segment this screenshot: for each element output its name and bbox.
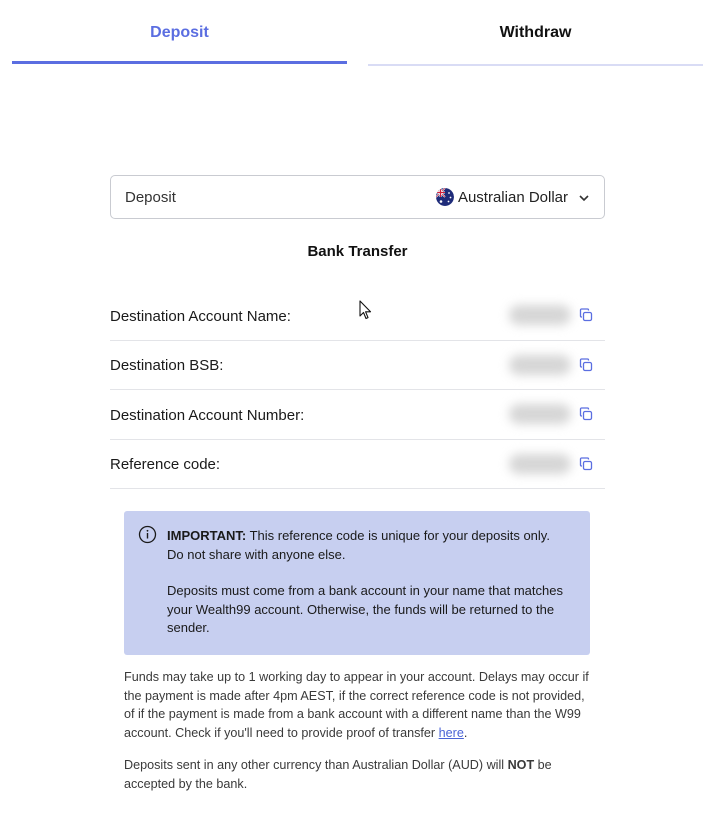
- redacted-value: [509, 305, 571, 326]
- info-icon: [138, 525, 157, 544]
- detail-label: Destination Account Number:: [110, 406, 305, 424]
- currency-select-value: Australian Dollar: [457, 188, 568, 206]
- copy-icon[interactable]: [579, 358, 593, 372]
- tab-withdraw-underline: [368, 64, 703, 66]
- currency-warning-text: Deposits sent in any other currency than…: [124, 758, 508, 772]
- copy-icon[interactable]: [579, 407, 593, 421]
- detail-row-account-number: Destination Account Number:: [110, 390, 605, 440]
- tab-deposit[interactable]: Deposit: [12, 0, 347, 66]
- currency-select[interactable]: Deposit Australian Dollar: [110, 175, 605, 219]
- note-text-end: .: [463, 725, 468, 740]
- processing-time-note: Funds may take up to 1 working day to ap…: [124, 668, 590, 742]
- important-line2: Deposits must come from a bank account i…: [167, 583, 563, 635]
- detail-row-reference-code: Reference code:: [110, 440, 605, 489]
- australia-flag-icon: [435, 188, 454, 206]
- detail-row-account-name: Destination Account Name:: [110, 291, 605, 341]
- payment-method-title: Bank Transfer: [307, 243, 408, 260]
- redacted-value: [509, 453, 571, 474]
- important-heading: IMPORTANT:: [167, 528, 247, 543]
- proof-of-transfer-link[interactable]: here: [439, 726, 464, 740]
- detail-label: Reference code:: [110, 456, 221, 474]
- deposit-notes: Funds may take up to 1 working day to ap…: [124, 668, 590, 793]
- redacted-value: [509, 354, 571, 375]
- tab-bar: Deposit Withdraw: [0, 0, 719, 70]
- tab-withdraw[interactable]: Withdraw: [368, 0, 703, 66]
- tab-deposit-underline: [12, 61, 347, 64]
- detail-row-bsb: Destination BSB:: [110, 341, 605, 390]
- detail-label: Destination Account Name:: [110, 307, 291, 325]
- currency-warning-note: Deposits sent in any other currency than…: [124, 756, 590, 793]
- important-notice: IMPORTANT: This reference code is unique…: [124, 511, 590, 655]
- currency-warning-bold: NOT: [507, 758, 535, 772]
- note-text: Funds may take up to 1 working day to ap…: [124, 670, 589, 740]
- chevron-down-icon: [578, 191, 590, 203]
- currency-select-label: Deposit: [125, 188, 176, 206]
- important-text: IMPORTANT: This reference code is unique…: [167, 527, 570, 564]
- redacted-value: [509, 404, 571, 425]
- bank-details-list: Destination Account Name: Destination BS…: [110, 291, 605, 489]
- tab-withdraw-label: Withdraw: [499, 24, 572, 41]
- mouse-cursor-icon: [359, 300, 373, 321]
- copy-icon[interactable]: [579, 308, 593, 322]
- copy-icon[interactable]: [579, 457, 593, 471]
- tab-deposit-label: Deposit: [150, 24, 209, 41]
- detail-label: Destination BSB:: [110, 357, 224, 375]
